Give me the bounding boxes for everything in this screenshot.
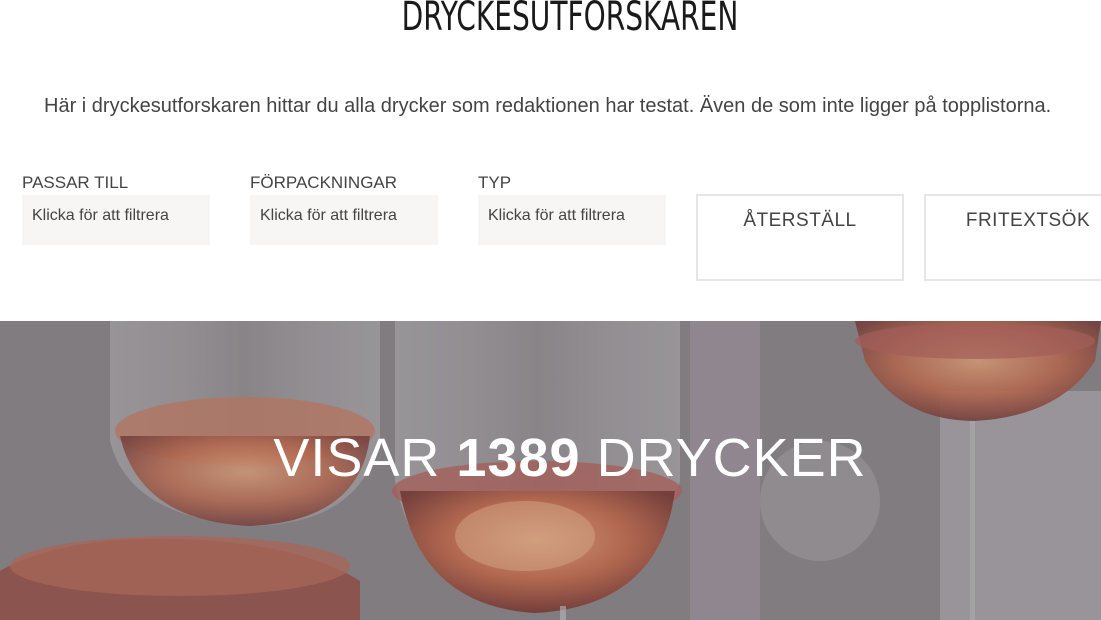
page-title: DRYCKESUTFORSKAREN xyxy=(401,0,739,40)
filter-dropdown-forpackningar[interactable]: Klicka för att filtrera xyxy=(250,195,438,245)
filter-dropdown-passar-till[interactable]: Klicka för att filtrera xyxy=(22,195,210,245)
filter-label: PASSAR TILL xyxy=(22,173,129,192)
intro-text: Här i dryckesutforskaren hittar du alla … xyxy=(44,95,1052,117)
hero-prefix: VISAR xyxy=(273,428,441,488)
hero-banner: VISAR 1389 DRYCKER xyxy=(0,321,1101,620)
filter-dropdown-typ[interactable]: Klicka för att filtrera xyxy=(478,195,666,245)
freetext-search-button[interactable]: FRITEXTSÖK xyxy=(924,194,1101,281)
filter-forpackningar: FÖRPACKNINGAR Klicka för att filtrera xyxy=(250,172,438,245)
reset-button[interactable]: ÅTERSTÄLL xyxy=(696,194,904,281)
drink-count-heading: VISAR 1389 DRYCKER xyxy=(0,425,1101,491)
filter-label: TYP xyxy=(478,173,512,192)
filter-typ: TYP Klicka för att filtrera xyxy=(478,172,666,245)
filter-label: FÖRPACKNINGAR xyxy=(250,173,398,192)
page: DRYCKESUTFORSKAREN Här i dryckesutforska… xyxy=(0,0,1101,620)
hero-suffix: DRYCKER xyxy=(596,428,867,488)
filter-passar-till: PASSAR TILL Klicka för att filtrera xyxy=(22,172,210,245)
drink-count: 1389 xyxy=(456,428,581,488)
